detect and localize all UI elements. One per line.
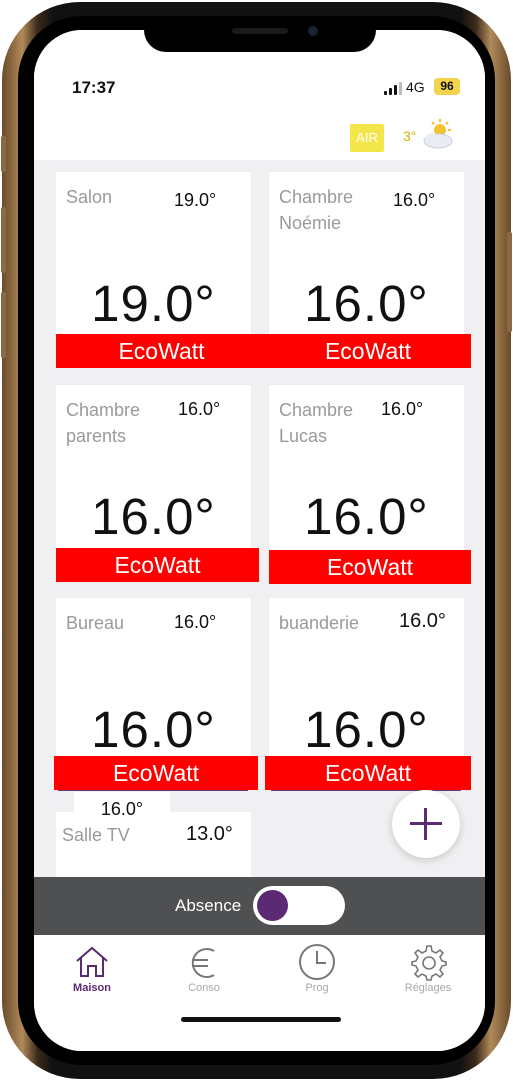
tab-label: Maison <box>73 982 111 994</box>
volume-down-button <box>1 292 6 358</box>
room-setpoint: 16.0° <box>381 399 424 419</box>
battery-icon: 96 <box>434 78 460 95</box>
house-icon <box>76 946 108 977</box>
room-name: Bureau <box>66 613 125 633</box>
room-temperature: 16.0° <box>304 488 429 545</box>
room-setpoint: 16.0° <box>399 610 446 632</box>
front-camera <box>308 26 318 36</box>
ecowatt-banner: EcoWatt <box>265 334 471 368</box>
ecowatt-banner: EcoWatt <box>269 550 471 584</box>
tab-reglages[interactable]: Réglages <box>383 935 473 1005</box>
toggle-knob <box>257 890 288 921</box>
room-temperature: 16.0° <box>304 275 429 332</box>
euro-icon <box>191 948 215 978</box>
room-temperature: 16.0° <box>304 701 429 758</box>
weather-temperature: 3° <box>403 128 417 144</box>
add-room-button[interactable] <box>392 790 460 858</box>
tab-label: Prog <box>305 982 329 994</box>
signal-icon <box>384 81 404 95</box>
room-card-chambre-parents[interactable]: Chambre parents 16.0° 16.0° <box>56 385 251 570</box>
ecowatt-banner: EcoWatt <box>265 756 471 790</box>
room-name: Chambre Noémie <box>279 187 354 233</box>
tab-label: Réglages <box>404 982 452 994</box>
phone-frame: 17:37 4G 96 AIR 3° Salon 19.0° 19.0° Cha… <box>1 2 512 1079</box>
partly-cloudy-icon[interactable] <box>420 118 456 150</box>
absence-bar: Absence <box>34 877 485 935</box>
room-name: Salon <box>66 187 113 207</box>
room-name: Salle TV <box>62 825 130 845</box>
volume-up-button <box>1 207 6 273</box>
room-setpoint: 16.0° <box>178 399 221 419</box>
air-quality-badge[interactable]: AIR <box>350 124 384 152</box>
ecowatt-banner: EcoWatt <box>54 756 258 790</box>
ecowatt-banner: EcoWatt <box>56 548 259 582</box>
power-button <box>507 232 512 332</box>
room-setpoint: 13.0° <box>186 823 233 845</box>
tab-prog[interactable]: Prog <box>272 935 362 1005</box>
room-temperature-overlay: 16.0° <box>74 792 170 822</box>
room-setpoint: 16.0° <box>393 190 436 210</box>
clock-icon <box>299 944 335 980</box>
app-screen: 17:37 4G 96 AIR 3° Salon 19.0° 19.0° Cha… <box>34 30 485 1051</box>
tab-bar: Maison Conso Prog Réglages <box>34 935 485 1051</box>
room-name: Chambre parents <box>66 400 141 446</box>
room-setpoint: 19.0° <box>174 190 217 210</box>
home-indicator[interactable] <box>181 1017 341 1022</box>
absence-toggle[interactable] <box>253 886 345 925</box>
tab-conso[interactable]: Conso <box>159 935 249 1005</box>
room-name: buanderie <box>279 613 360 633</box>
room-temperature: 16.0° <box>91 488 216 545</box>
room-card-chambre-noemie[interactable]: Chambre Noémie 16.0° 16.0° <box>269 172 464 357</box>
room-temperature: 16.0° <box>91 701 216 758</box>
tab-maison[interactable]: Maison <box>47 935 137 1005</box>
mute-switch <box>1 136 6 172</box>
room-card-salon[interactable]: Salon 19.0° 19.0° <box>56 172 251 357</box>
notch <box>144 16 376 52</box>
absence-label: Absence <box>175 896 242 915</box>
speaker-grille <box>232 28 288 34</box>
tab-label: Conso <box>188 982 220 994</box>
gear-icon <box>411 945 447 981</box>
network-type: 4G <box>406 79 425 95</box>
status-time: 17:37 <box>72 78 116 97</box>
room-name: Chambre Lucas <box>279 400 354 446</box>
ecowatt-banner: EcoWatt <box>56 334 267 368</box>
room-temperature: 19.0° <box>91 275 216 332</box>
room-setpoint: 16.0° <box>174 612 217 632</box>
room-card-chambre-lucas[interactable]: Chambre Lucas 16.0° 16.0° <box>269 385 464 570</box>
